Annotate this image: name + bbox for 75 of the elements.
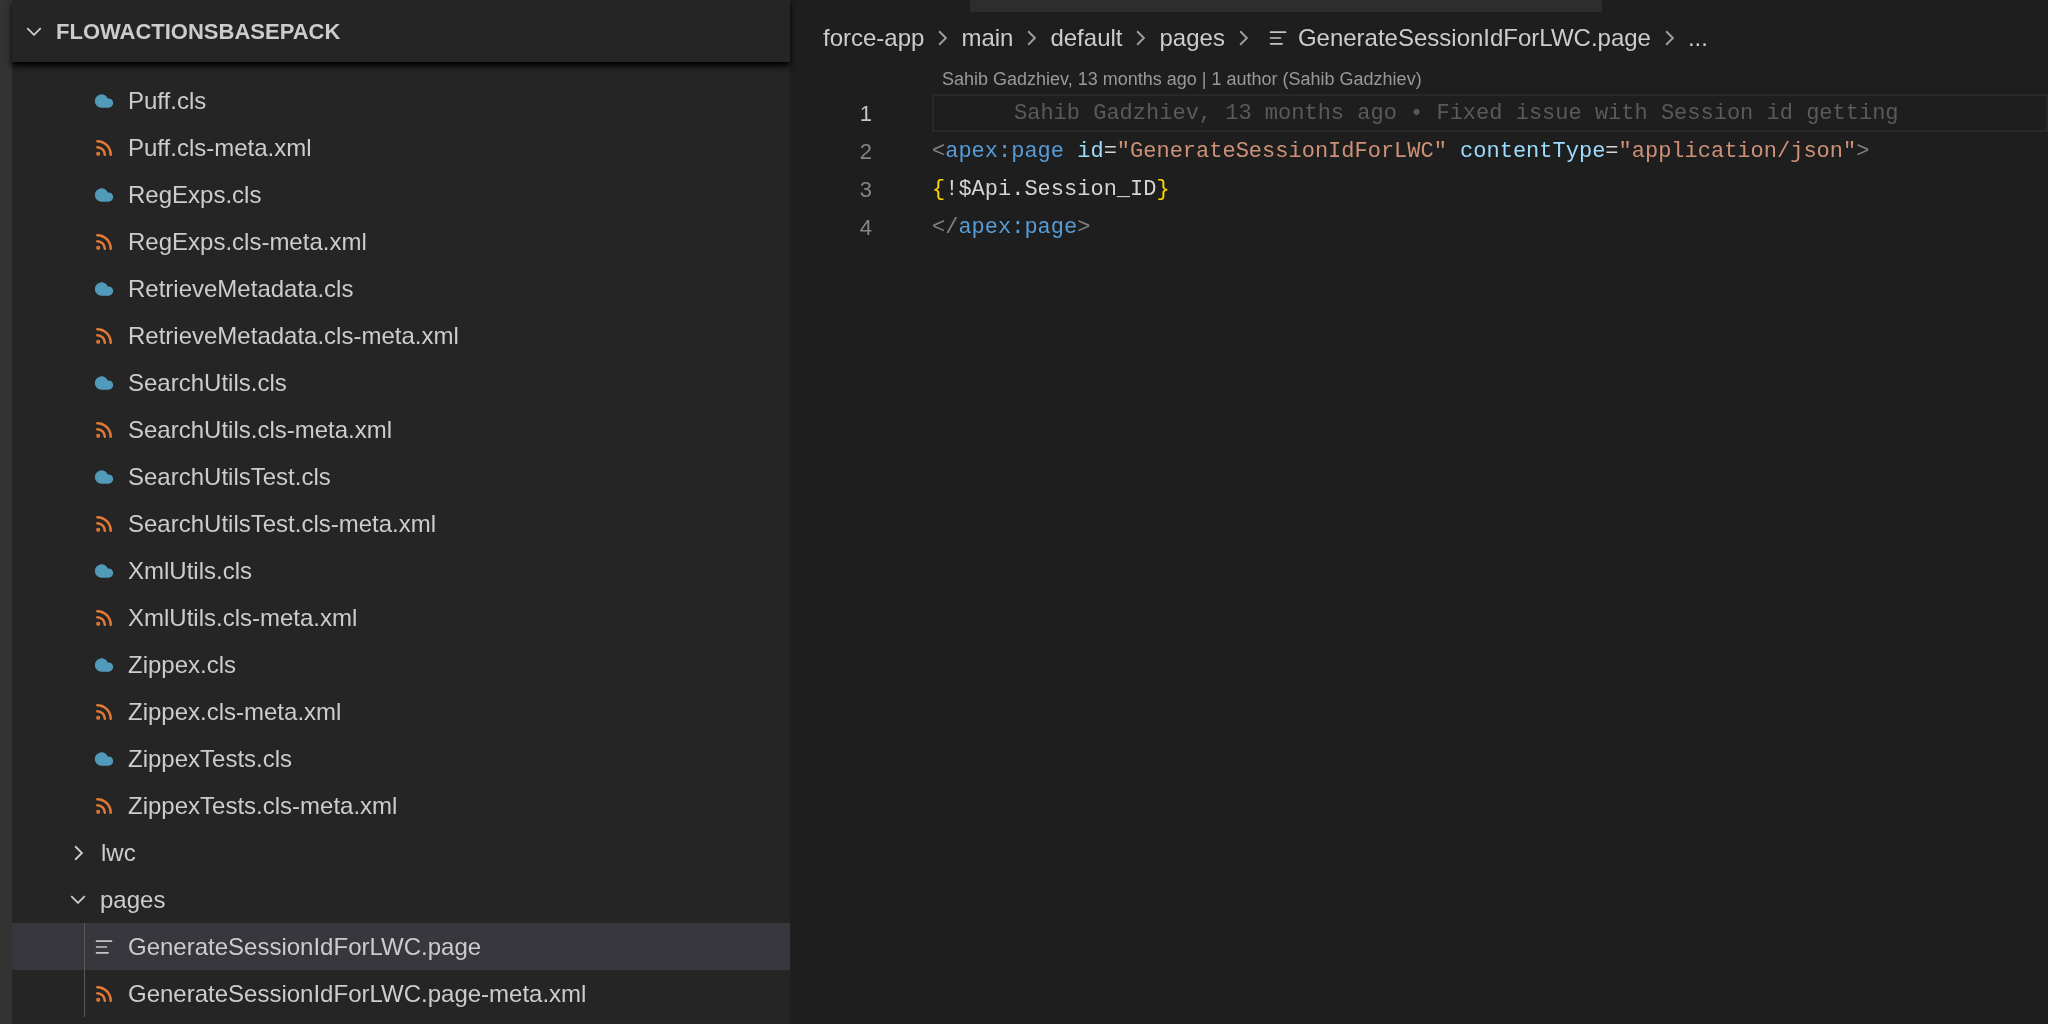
file-name: ZippexTests.cls-meta.xml — [128, 790, 398, 821]
chevron-down-icon — [70, 895, 86, 904]
file-name: ZippexTests.cls — [128, 743, 293, 774]
code-line: <apex:page id="GenerateSessionIdForLWC" contentType="application/json"> — [932, 137, 1870, 166]
codelens-text[interactable]: Sahib Gadzhiev, 13 months ago | 1 author (Sahib Gadzhiev) — [942, 65, 1422, 93]
file-item[interactable]: ZippexTests.cls-meta.xml — [12, 782, 790, 829]
file-name: Puff.cls — [128, 85, 207, 116]
line-number: 4 — [858, 213, 872, 242]
rss-icon — [94, 701, 114, 722]
breadcrumb-item[interactable]: pages — [1159, 20, 1225, 56]
file-name: SearchUtilsTest.cls-meta.xml — [128, 508, 437, 539]
chevron-right-icon — [1136, 30, 1146, 46]
chevron-right-icon — [1664, 30, 1674, 46]
file-item[interactable]: SearchUtilsTest.cls — [12, 453, 790, 500]
chevron-right-icon — [1238, 30, 1248, 46]
file-name: RegExps.cls — [128, 179, 262, 210]
chevron-down-icon — [26, 26, 42, 36]
rss-icon — [94, 325, 114, 346]
breadcrumb-item[interactable]: ... — [1687, 20, 1708, 56]
code-line: </apex:page> — [932, 213, 1091, 242]
file-item[interactable]: SearchUtils.cls — [12, 359, 790, 406]
breadcrumb-item[interactable]: GenerateSessionIdForLWC.page — [1297, 20, 1651, 56]
rss-icon — [94, 231, 114, 252]
file-name: SearchUtilsTest.cls — [128, 461, 331, 492]
lines-icon — [1267, 28, 1288, 48]
file-item[interactable]: SearchUtils.cls-meta.xml — [12, 406, 790, 453]
file-item[interactable]: RetrieveMetadata.cls — [12, 265, 790, 312]
folder-name: lwc — [101, 837, 136, 868]
file-name: XmlUtils.cls-meta.xml — [128, 602, 358, 633]
file-name: XmlUtils.cls — [128, 555, 252, 586]
file-item[interactable]: Puff.cls — [12, 77, 790, 124]
file-name: SearchUtils.cls — [128, 367, 287, 398]
file-item[interactable]: GenerateSessionIdForLWC.page — [12, 923, 790, 970]
breadcrumb-item[interactable]: default — [1050, 20, 1123, 56]
file-item[interactable]: Zippex.cls-meta.xml — [12, 688, 790, 735]
file-item[interactable]: RegExps.cls — [12, 171, 790, 218]
code-line: {!$Api.Session_ID} — [932, 175, 1170, 204]
explorer-header[interactable]: FLOWACTIONSBASEPACK — [12, 0, 790, 62]
rss-icon — [94, 983, 114, 1004]
file-name: Puff.cls-meta.xml — [128, 132, 312, 163]
file-name: SearchUtils.cls-meta.xml — [128, 414, 393, 445]
folder-item[interactable]: pages — [12, 876, 790, 923]
folder-name: pages — [100, 884, 166, 915]
file-name: RetrieveMetadata.cls-meta.xml — [128, 320, 459, 351]
line-number: 1 — [858, 99, 872, 128]
line-number: 2 — [858, 137, 872, 166]
rss-icon — [94, 795, 114, 816]
rss-icon — [94, 607, 114, 628]
file-name: Zippex.cls-meta.xml — [128, 696, 342, 727]
chevron-right-icon — [1027, 30, 1037, 46]
file-item[interactable]: RegExps.cls-meta.xml — [12, 218, 790, 265]
breadcrumb-item[interactable]: main — [961, 20, 1014, 56]
blame-annotation: Sahib Gadzhiev, 13 months ago • Fixed issue with Session id getting — [1013, 99, 1899, 128]
file-item[interactable]: ZippexTests.cls — [12, 735, 790, 782]
file-name: RetrieveMetadata.cls — [128, 273, 354, 304]
rss-icon — [94, 137, 114, 158]
file-item[interactable]: Puff.cls-meta.xml — [12, 124, 790, 171]
line-number: 3 — [858, 175, 872, 204]
file-item[interactable]: SearchUtilsTest.cls-meta.xml — [12, 500, 790, 547]
chevron-right-icon — [74, 844, 83, 861]
file-name: GenerateSessionIdForLWC.page — [128, 931, 482, 962]
file-name: Zippex.cls — [128, 649, 237, 680]
rss-icon — [94, 419, 114, 440]
file-item[interactable]: XmlUtils.cls — [12, 547, 790, 594]
file-item[interactable]: RetrieveMetadata.cls-meta.xml — [12, 312, 790, 359]
chevron-right-icon — [938, 30, 948, 46]
file-item[interactable]: XmlUtils.cls-meta.xml — [12, 594, 790, 641]
file-item[interactable]: GenerateSessionIdForLWC.page-meta.xml — [12, 970, 790, 1017]
file-item[interactable]: Zippex.cls — [12, 641, 790, 688]
breadcrumb-item[interactable]: force-app — [823, 20, 925, 56]
file-name: GenerateSessionIdForLWC.page-meta.xml — [128, 978, 587, 1009]
project-title: FLOWACTIONSBASEPACK — [56, 17, 341, 46]
folder-item[interactable]: lwc — [12, 829, 790, 876]
file-name: RegExps.cls-meta.xml — [128, 226, 367, 257]
rss-icon — [94, 513, 114, 534]
